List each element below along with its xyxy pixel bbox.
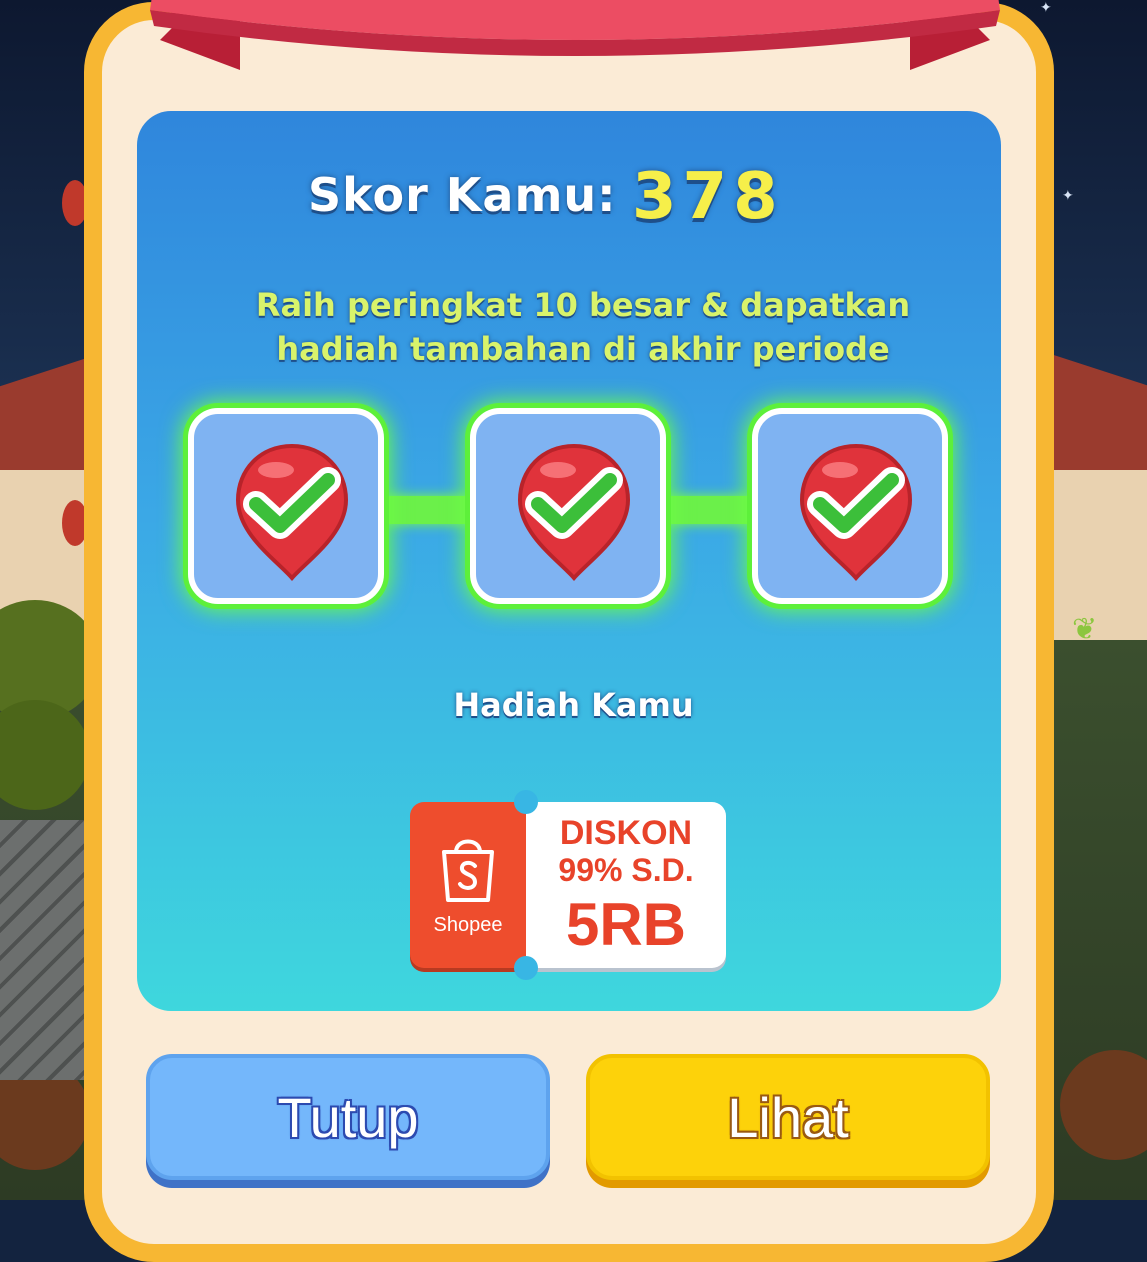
star-icon: ✦ (1062, 188, 1074, 204)
check-pin-icon (235, 443, 349, 582)
milestone-connector (664, 496, 754, 524)
view-button[interactable]: Lihat (586, 1054, 990, 1180)
sprout-icon: ❦ (1072, 612, 1098, 647)
reward-title: Hadiah Kamu (453, 686, 694, 724)
ranking-hint-line1: Raih peringkat 10 besar & dapatkan (255, 286, 911, 324)
ranking-hint: Raih peringkat 10 besar & dapatkan hadia… (200, 283, 966, 371)
voucher-line2: 99% S.D. (558, 852, 694, 888)
close-button[interactable]: Tutup (146, 1054, 550, 1180)
voucher-brand: Shopee (433, 914, 503, 936)
voucher-line3: 5RB (565, 891, 687, 958)
milestone-1 (188, 408, 384, 604)
milestone-2 (470, 408, 666, 604)
star-icon: ✦ (1040, 0, 1052, 16)
shopee-voucher: Shopee DISKON 99% S.D. 5RB (410, 790, 726, 980)
check-pin-icon (799, 443, 913, 582)
voucher-brand-stub: Shopee (410, 802, 526, 968)
ranking-hint-line2: hadiah tambahan di akhir periode (276, 330, 890, 368)
voucher-line1: DISKON (559, 814, 693, 852)
score-label: Skor Kamu: (308, 168, 617, 222)
check-pin-icon (517, 443, 631, 582)
voucher-notch (514, 956, 538, 980)
milestone-connector (382, 496, 472, 524)
header-ribbon (150, 0, 1000, 70)
milestone-3 (752, 408, 948, 604)
voucher-notch (514, 790, 538, 814)
score-value: 378 (632, 160, 784, 234)
shopee-bag-icon (442, 839, 494, 902)
